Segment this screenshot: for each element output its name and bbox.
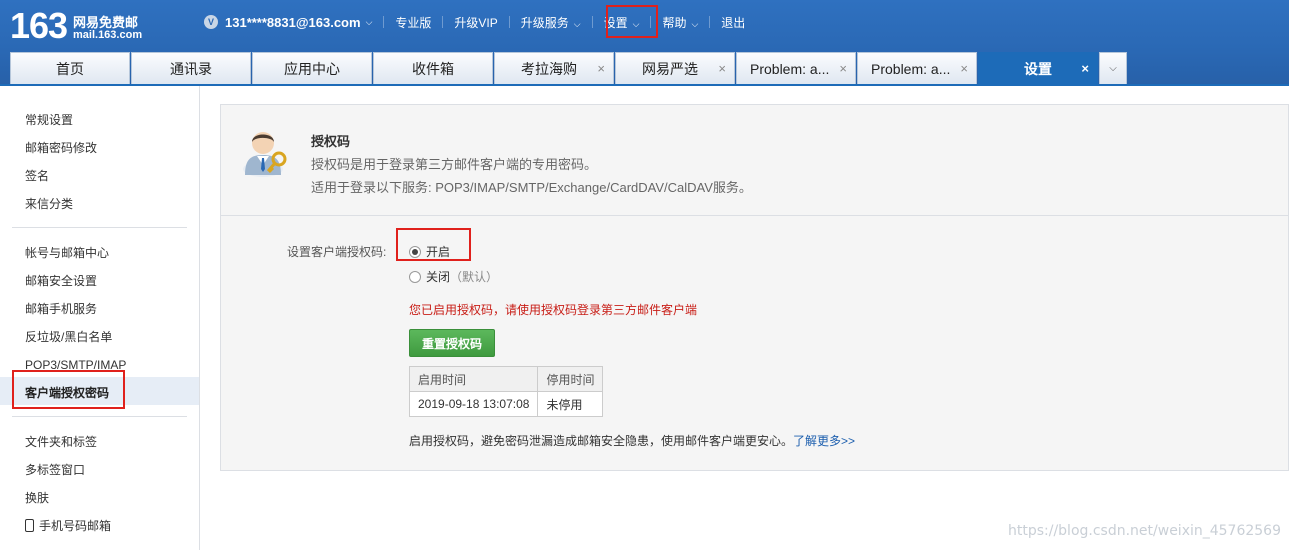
tab-settings[interactable]: 设置 ×	[978, 52, 1098, 84]
sidebar-item-label: 手机号码邮箱	[39, 519, 112, 533]
cell-disabled-time: 未停用	[537, 391, 604, 417]
cell-enabled-time: 2019-09-18 13:07:08	[408, 391, 539, 417]
sidebar-item-general[interactable]: 常规设置	[25, 112, 73, 128]
security-tip: 启用授权码，避免密码泄漏造成邮箱安全隐患，使用邮件客户端更安心。了解更多>>	[409, 432, 855, 449]
upgrade-service-label: 升级服务	[520, 15, 569, 30]
tab-yanxuan[interactable]: 网易严选 ×	[615, 52, 735, 84]
top-nav: V 131****8831@163.com ⌵ 专业版 升级VIP 升级服务 ⌵ …	[204, 12, 745, 32]
upgrade-service-menu[interactable]: 升级服务 ⌵	[521, 14, 581, 31]
settings-sidebar: 常规设置 邮箱密码修改 签名 来信分类 帐号与邮箱中心 邮箱安全设置 邮箱手机服…	[0, 86, 200, 550]
tab-inbox[interactable]: 收件箱	[373, 52, 493, 84]
tab-home[interactable]: 首页	[10, 52, 130, 84]
learn-more-link[interactable]: 了解更多>>	[793, 434, 855, 448]
tip-text: 启用授权码，避免密码泄漏造成邮箱安全隐患，使用邮件客户端更安心。	[409, 434, 794, 448]
radio-disable-note: （默认）	[450, 270, 499, 284]
tab-problem-1[interactable]: Problem: a... ×	[736, 52, 856, 84]
pro-link[interactable]: 专业版	[395, 14, 431, 31]
logout-link[interactable]: 退出	[721, 14, 745, 31]
help-label: 帮助	[662, 15, 687, 30]
watermark: https://blog.csdn.net/weixin_45762569	[1007, 523, 1281, 539]
chevron-down-icon: ⌵	[573, 18, 581, 29]
tab-problem-2[interactable]: Problem: a... ×	[857, 52, 977, 84]
tab-label: 收件箱	[412, 60, 454, 77]
tab-label: 设置	[1024, 60, 1052, 77]
close-icon[interactable]: ×	[960, 61, 968, 76]
auth-code-table: 启用时间 停用时间 2019-09-18 13:07:08 未停用	[408, 366, 604, 417]
sidebar-item-signature[interactable]: 签名	[25, 168, 49, 184]
help-menu[interactable]: 帮助 ⌵	[662, 14, 698, 31]
close-icon[interactable]: ×	[597, 61, 605, 76]
tab-label: 通讯录	[170, 60, 212, 77]
sidebar-item-mobile-service[interactable]: 邮箱手机服务	[25, 301, 97, 317]
tab-label: Problem: a...	[750, 60, 830, 77]
top-header: 163 网易免费邮 mail.163.com V 131****8831@163…	[0, 0, 1289, 86]
divider	[591, 16, 593, 28]
upgrade-vip-link[interactable]: 升级VIP	[454, 14, 497, 31]
sidebar-item-filters[interactable]: 来信分类	[25, 196, 73, 212]
sidebar-item-multitab[interactable]: 多标签窗口	[25, 462, 85, 478]
tab-label: 网易严选	[642, 60, 698, 77]
close-icon[interactable]: ×	[1081, 61, 1089, 76]
setting-label: 设置客户端授权码:	[287, 245, 387, 259]
close-icon[interactable]: ×	[718, 61, 726, 76]
divider	[508, 16, 510, 28]
tab-label: 应用中心	[284, 60, 340, 77]
table-header-row: 启用时间 停用时间	[408, 366, 604, 392]
settings-highlight-box	[606, 5, 658, 38]
radio-disable-label: 关闭	[426, 270, 451, 284]
sidebar-item-account-center[interactable]: 帐号与邮箱中心	[25, 245, 109, 261]
sidebar-item-security[interactable]: 邮箱安全设置	[25, 273, 97, 289]
sidebar-highlight-box	[12, 370, 125, 409]
chevron-down-icon: ⌵	[691, 18, 699, 29]
sidebar-item-password[interactable]: 邮箱密码修改	[25, 140, 97, 156]
sidebar-item-skin[interactable]: 换肤	[25, 490, 49, 506]
sidebar-item-folders[interactable]: 文件夹和标签	[25, 434, 97, 450]
phone-icon	[25, 519, 34, 532]
panel-title: 授权码	[311, 134, 351, 149]
auth-code-panel: 授权码 授权码是用于登录第三方邮件客户端的专用密码。 适用于登录以下服务: PO…	[220, 104, 1289, 471]
radio-disable[interactable]: 关闭 （默认）	[409, 268, 498, 285]
user-key-icon	[243, 132, 287, 177]
table-row: 2019-09-18 13:07:08 未停用	[408, 391, 604, 417]
tab-more-button[interactable]: ⌵	[1099, 52, 1127, 84]
panel-services-description: 适用于登录以下服务: POP3/IMAP/SMTP/Exchange/CardD…	[311, 180, 752, 195]
tab-app-center[interactable]: 应用中心	[252, 52, 372, 84]
sidebar-divider	[12, 416, 187, 417]
panel-divider	[221, 215, 1289, 216]
column-header-enabled: 启用时间	[408, 366, 539, 392]
divider	[709, 16, 711, 28]
column-header-disabled: 停用时间	[537, 366, 604, 392]
tab-label: Problem: a...	[871, 60, 951, 77]
reset-auth-code-button[interactable]: 重置授权码	[409, 329, 495, 357]
logo-number: 163	[10, 5, 68, 46]
chevron-down-icon[interactable]: ⌵	[366, 17, 373, 28]
sidebar-item-phone-mailbox[interactable]: 手机号码邮箱	[25, 518, 111, 534]
divider	[383, 16, 385, 28]
close-icon[interactable]: ×	[839, 61, 847, 76]
tab-bar: 首页 通讯录 应用中心 收件箱 考拉海购 × 网易严选 × Problem: a..…	[10, 52, 1128, 84]
divider	[442, 16, 444, 28]
logo-domain: mail.163.com	[73, 29, 143, 41]
sidebar-item-antispam[interactable]: 反垃圾/黑白名单	[25, 329, 112, 345]
tab-label: 考拉海购	[521, 60, 577, 77]
tab-contacts[interactable]: 通讯录	[131, 52, 251, 84]
panel-description: 授权码是用于登录第三方邮件客户端的专用密码。	[311, 157, 598, 172]
tab-kaola[interactable]: 考拉海购 ×	[494, 52, 614, 84]
account-email[interactable]: 131****8831@163.com	[225, 15, 361, 30]
sidebar-divider	[12, 227, 187, 228]
chevron-down-icon: ⌵	[1109, 63, 1117, 74]
radio-button[interactable]	[409, 270, 421, 283]
enable-highlight-box	[396, 228, 471, 261]
status-warning: 您已启用授权码，请使用授权码登录第三方邮件客户端	[409, 303, 698, 317]
tab-label: 首页	[56, 60, 84, 77]
vip-badge-icon: V	[204, 15, 218, 29]
